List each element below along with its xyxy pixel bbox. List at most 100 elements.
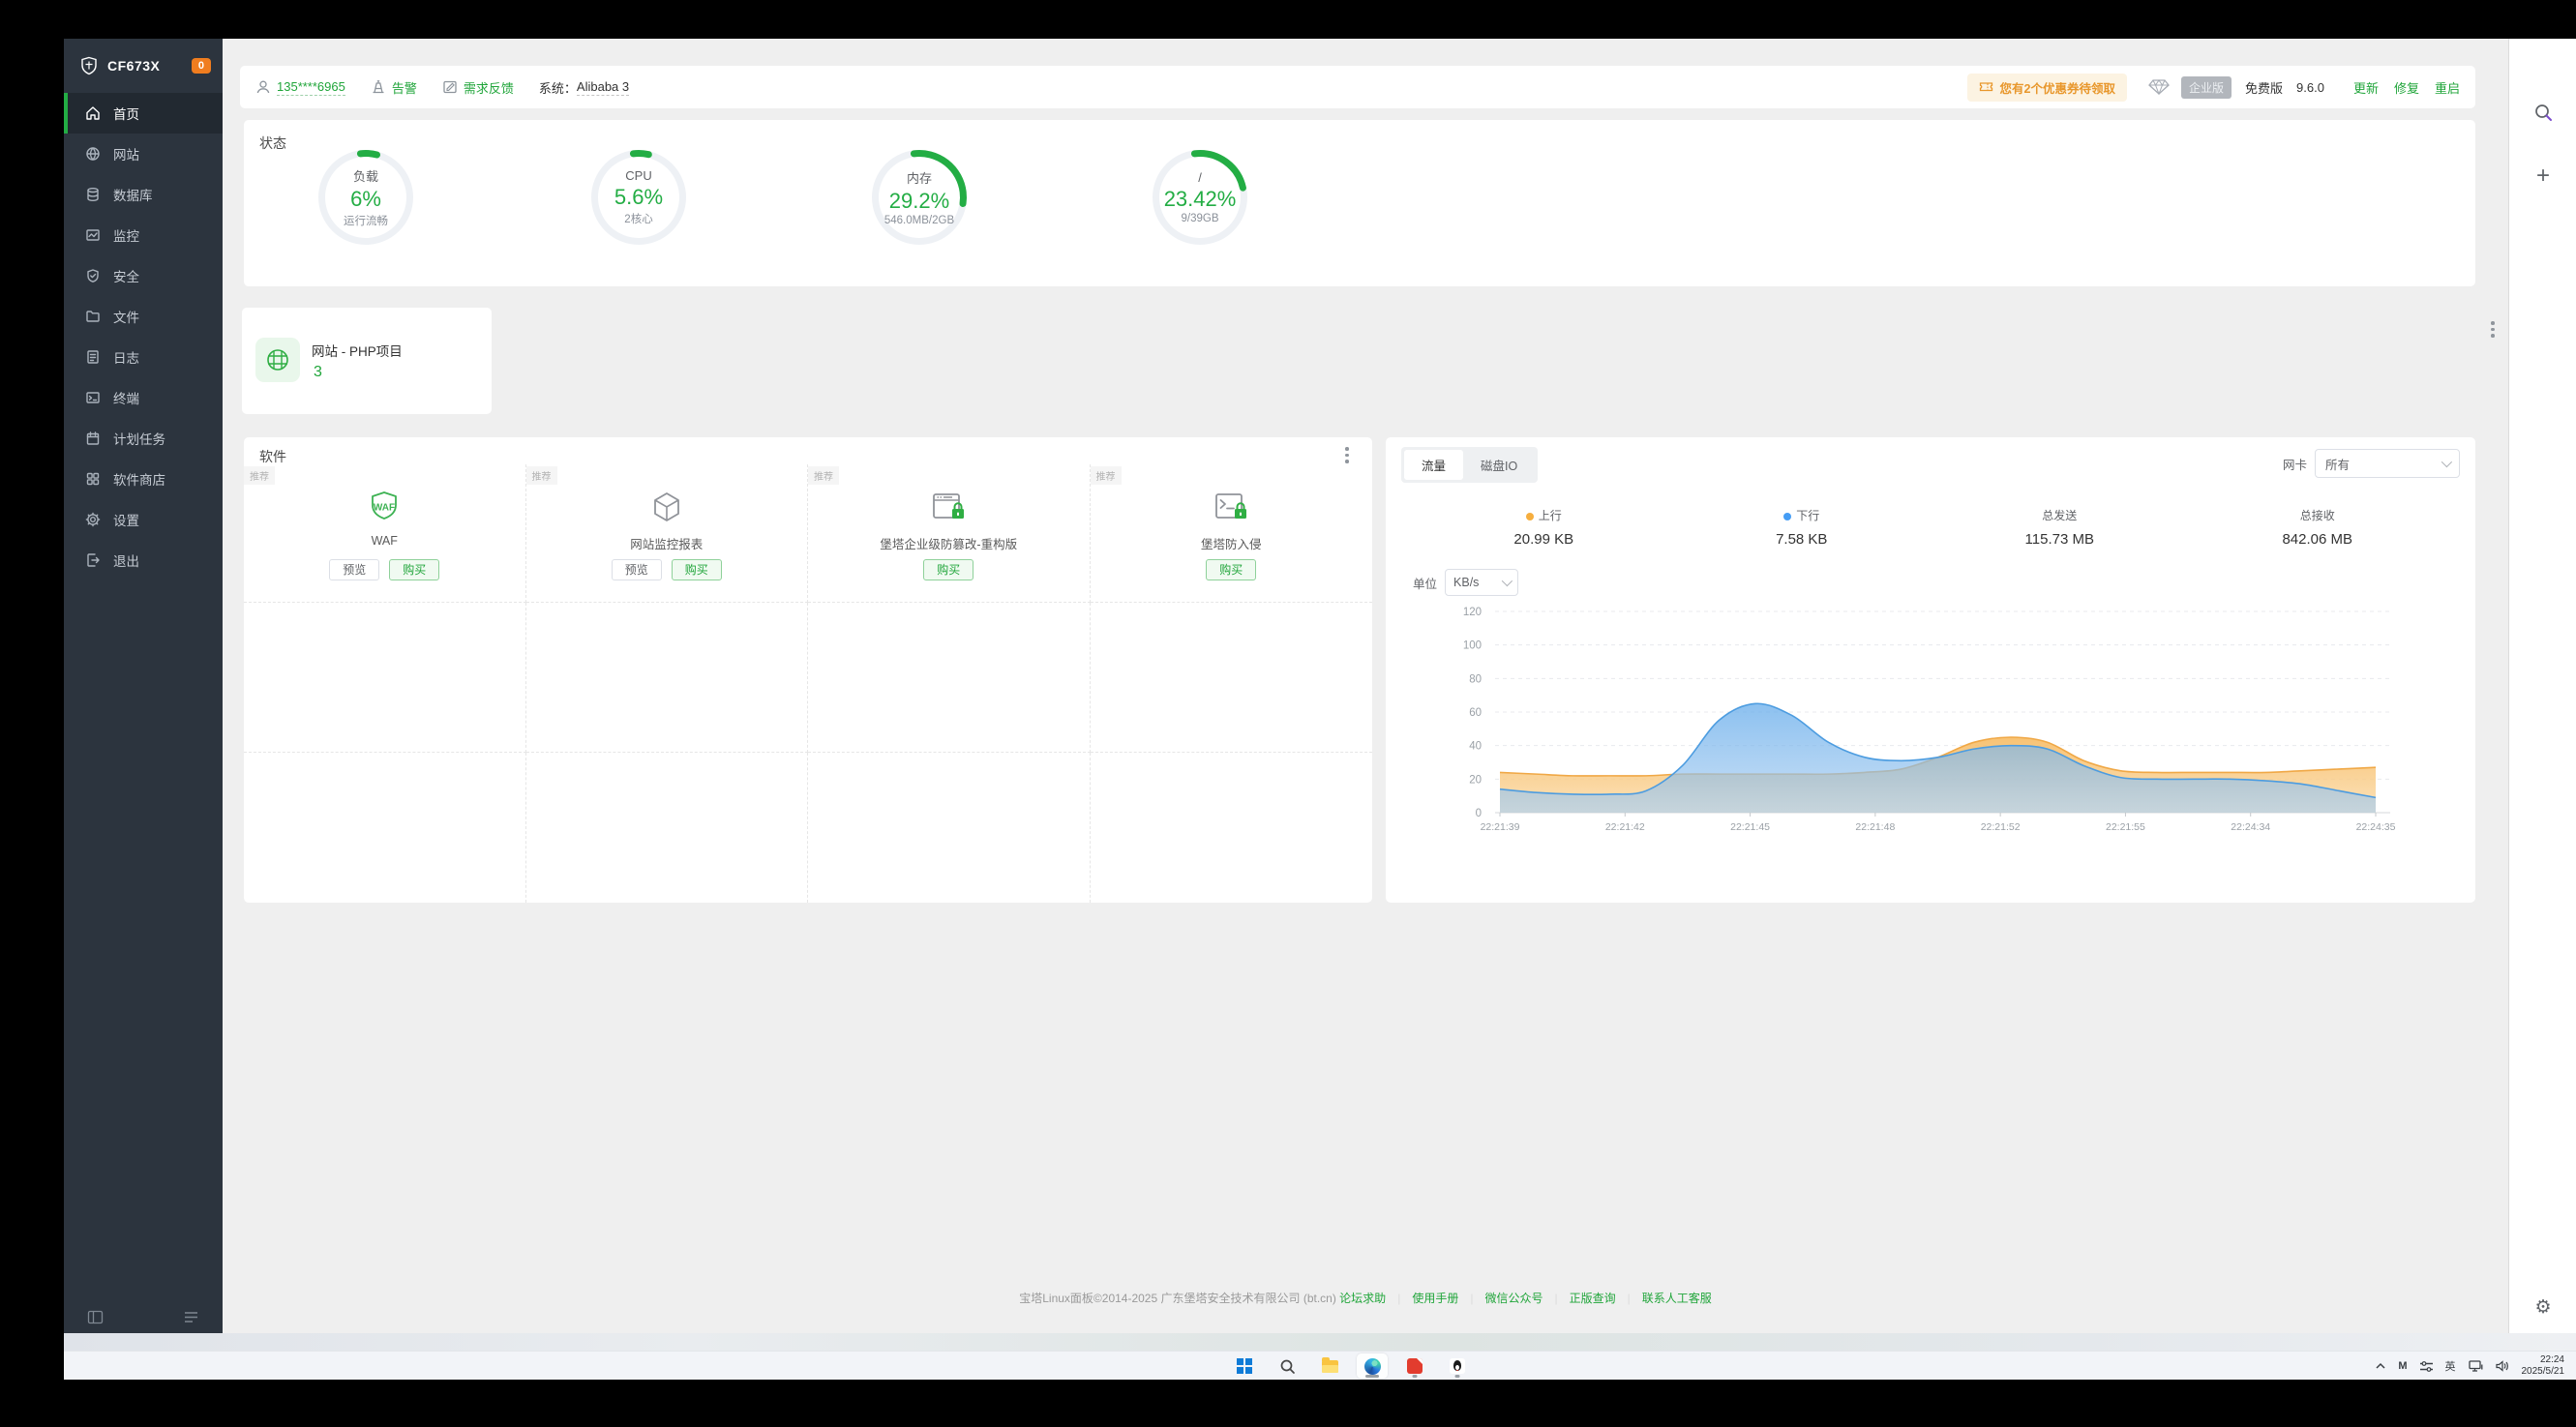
- row-more-menu-icon[interactable]: [2491, 321, 2495, 341]
- terminal-icon: [85, 390, 101, 405]
- website-icon-tile: [255, 338, 300, 382]
- gauge-内存[interactable]: 内存 29.2% 546.0MB/2GB: [852, 149, 987, 246]
- coupon-banner[interactable]: 您有2个优惠券待领取: [1967, 74, 2127, 102]
- windows-start-icon[interactable]: [1229, 1353, 1260, 1379]
- tab-disk-io[interactable]: 磁盘IO: [1463, 450, 1535, 480]
- sidebar-item-shield[interactable]: 安全: [64, 255, 223, 296]
- browser-add-tab-icon[interactable]: +: [2509, 163, 2576, 190]
- buy-button[interactable]: 购买: [1206, 559, 1256, 580]
- gauge-disk[interactable]: / 23.42% 9/39GB: [1132, 149, 1268, 246]
- sidebar-item-log[interactable]: 日志: [64, 337, 223, 377]
- footer-link[interactable]: 论坛求助: [1339, 1292, 1386, 1305]
- alert-entry[interactable]: 告警: [371, 78, 417, 97]
- tray-settings-icon[interactable]: [2420, 1361, 2433, 1372]
- browser-search-icon[interactable]: [2509, 103, 2576, 128]
- message-count-badge[interactable]: 0: [192, 58, 211, 74]
- footer-link[interactable]: 使用手册: [1412, 1292, 1458, 1305]
- feedback-entry[interactable]: 需求反馈: [442, 78, 514, 97]
- website-count[interactable]: 3: [314, 364, 322, 381]
- buy-button[interactable]: 购买: [389, 559, 439, 580]
- buy-button[interactable]: 购买: [923, 559, 973, 580]
- monitor-icon: [85, 227, 101, 243]
- unit-filter: 单位 KB/s: [1413, 569, 1518, 596]
- sidebar-item-calendar[interactable]: 计划任务: [64, 418, 223, 459]
- gauge-cpu[interactable]: CPU 5.6% 2核心: [571, 149, 706, 246]
- svg-text:22:24:35: 22:24:35: [2356, 821, 2396, 833]
- enterprise-badge[interactable]: 企业版: [2181, 76, 2232, 99]
- system-os[interactable]: Alibaba 3: [577, 79, 629, 96]
- user-account[interactable]: 135****6965: [255, 79, 345, 96]
- edge-browser-icon[interactable]: [1357, 1353, 1388, 1379]
- feedback-label[interactable]: 需求反馈: [464, 78, 514, 97]
- website-php-card[interactable]: 网站 - PHP项目 3: [242, 308, 492, 414]
- sidebar-item-gear[interactable]: 设置: [64, 499, 223, 540]
- nic-label: 网卡: [2283, 455, 2307, 473]
- coupon-text[interactable]: 您有2个优惠券待领取: [2000, 78, 2115, 97]
- traffic-tabs: 流量磁盘IO: [1401, 447, 1538, 483]
- qq-icon[interactable]: [1442, 1353, 1473, 1379]
- sidebar-item-logout[interactable]: 退出: [64, 540, 223, 580]
- gauge-负载[interactable]: 负载 6% 运行流畅: [298, 149, 434, 246]
- update-link[interactable]: 更新: [2353, 78, 2379, 97]
- topbar-right: 您有2个优惠券待领取 企业版 免费版 9.6.0 更新 修复 重启: [1967, 74, 2460, 102]
- hidden-icons-chevron[interactable]: [2376, 1362, 2385, 1370]
- browser-settings-gear-icon[interactable]: ⚙: [2509, 1296, 2576, 1319]
- svg-text:120: 120: [1463, 607, 1482, 618]
- edition-label: 免费版: [2245, 78, 2283, 97]
- sidebar-item-store[interactable]: 软件商店: [64, 459, 223, 499]
- network-icon[interactable]: [2469, 1360, 2483, 1372]
- collapse-sidebar-icon[interactable]: [87, 1309, 104, 1325]
- gear-icon: [85, 512, 101, 527]
- preview-button[interactable]: 预览: [612, 559, 662, 580]
- tab-traffic[interactable]: 流量: [1404, 450, 1463, 480]
- user-phone[interactable]: 135****6965: [277, 79, 345, 96]
- database-icon: [85, 187, 101, 202]
- software-name: 堡塔企业级防篡改-重构版: [808, 534, 1090, 552]
- sidebar-item-database[interactable]: 数据库: [64, 174, 223, 215]
- browser-side-rail: + ⚙: [2508, 39, 2576, 1333]
- store-icon: [85, 471, 101, 487]
- website-card-title[interactable]: 网站 - PHP项目: [312, 341, 403, 360]
- copyright: 宝塔Linux面板©2014-2025 广东堡塔安全技术有限公司 (bt.cn): [1019, 1292, 1336, 1305]
- svg-text:100: 100: [1463, 640, 1482, 652]
- software-card: 推荐 网站监控报表 预览购买: [526, 464, 809, 603]
- sidebar-item-folder[interactable]: 文件: [64, 296, 223, 337]
- stat-总发送: 总发送115.73 MB: [1931, 507, 2189, 548]
- nic-select[interactable]: 所有: [2315, 449, 2460, 478]
- software-card: 推荐 WAF WAF 预览购买: [244, 464, 526, 603]
- footer-link[interactable]: 正版查询: [1570, 1292, 1616, 1305]
- taskbar-clock[interactable]: 22:24 2025/5/21: [2522, 1354, 2565, 1379]
- sidebar-item-globe[interactable]: 网站: [64, 134, 223, 174]
- svg-text:80: 80: [1469, 673, 1482, 685]
- chevron-down-icon: [1502, 576, 1513, 586]
- repair-link[interactable]: 修复: [2394, 78, 2419, 97]
- file-explorer-icon[interactable]: [1314, 1353, 1345, 1379]
- sidebar-item-terminal[interactable]: 终端: [64, 377, 223, 418]
- folder-icon: [85, 309, 101, 324]
- tray-app-m-icon[interactable]: M: [2398, 1360, 2407, 1372]
- footer-link[interactable]: 微信公众号: [1484, 1292, 1543, 1305]
- alert-label[interactable]: 告警: [392, 78, 417, 97]
- software-card: 推荐 堡塔防入侵 购买: [1091, 464, 1373, 603]
- recommend-tag: 推荐: [526, 466, 557, 485]
- chevron-down-icon: [2441, 457, 2452, 467]
- status-title: 状态: [259, 134, 286, 153]
- footer-link[interactable]: 联系人工客服: [1642, 1292, 1712, 1305]
- software-card: 推荐 堡塔企业级防篡改-重构版 购买: [808, 464, 1091, 603]
- red-app-icon[interactable]: [1399, 1353, 1430, 1379]
- menu-style-icon[interactable]: [183, 1309, 199, 1325]
- feedback-icon: [442, 79, 458, 95]
- restart-link[interactable]: 重启: [2435, 78, 2460, 97]
- volume-icon[interactable]: [2496, 1360, 2509, 1372]
- preview-button[interactable]: 预览: [329, 559, 379, 580]
- unit-select[interactable]: KB/s: [1445, 569, 1518, 596]
- sidebar-item-monitor[interactable]: 监控: [64, 215, 223, 255]
- sidebar-item-home[interactable]: 首页: [64, 93, 223, 134]
- taskbar-search-icon[interactable]: [1272, 1353, 1303, 1379]
- ime-indicator[interactable]: 英: [2445, 1358, 2456, 1374]
- software-title: 软件: [259, 447, 286, 466]
- cube-icon: [649, 490, 684, 529]
- sidebar: CF673X 0 首页网站数据库监控安全文件日志终端计划任务软件商店设置退出: [64, 39, 223, 1333]
- buy-button[interactable]: 购买: [672, 559, 722, 580]
- software-more-menu-icon[interactable]: [1345, 447, 1349, 466]
